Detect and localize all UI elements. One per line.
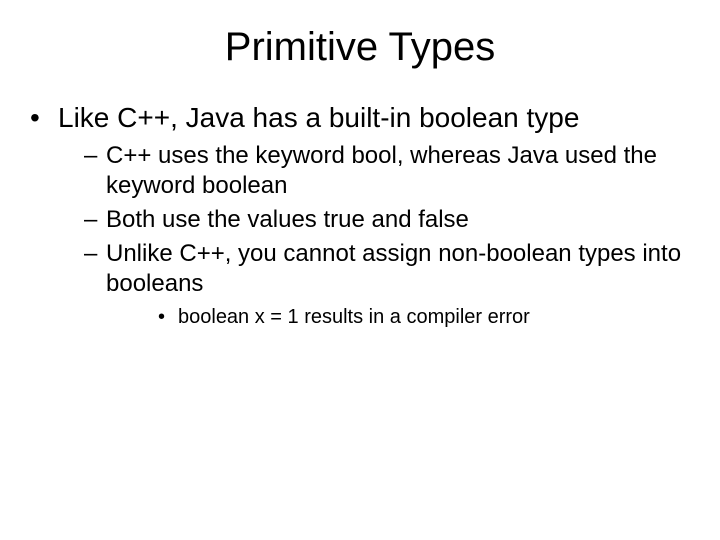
slide: Primitive Types Like C++, Java has a bui… bbox=[0, 0, 720, 540]
bullet-text: Unlike C++, you cannot assign non-boolea… bbox=[106, 240, 681, 297]
list-item: C++ uses the keyword bool, whereas Java … bbox=[58, 141, 690, 201]
list-item: Both use the values true and false bbox=[58, 205, 690, 235]
bullet-list-level3: boolean x = 1 results in a compiler erro… bbox=[106, 305, 690, 330]
list-item: Unlike C++, you cannot assign non-boolea… bbox=[58, 239, 690, 330]
list-item: Like C++, Java has a built-in boolean ty… bbox=[30, 100, 690, 330]
bullet-text: boolean x = 1 results in a compiler erro… bbox=[178, 306, 530, 328]
bullet-text: Like C++, Java has a built-in boolean ty… bbox=[58, 102, 579, 133]
bullet-list-level2: C++ uses the keyword bool, whereas Java … bbox=[58, 141, 690, 330]
bullet-list-level1: Like C++, Java has a built-in boolean ty… bbox=[30, 100, 690, 330]
slide-title: Primitive Types bbox=[30, 20, 690, 70]
bullet-text: C++ uses the keyword bool, whereas Java … bbox=[106, 142, 657, 199]
bullet-text: Both use the values true and false bbox=[106, 206, 469, 233]
list-item: boolean x = 1 results in a compiler erro… bbox=[106, 305, 690, 330]
